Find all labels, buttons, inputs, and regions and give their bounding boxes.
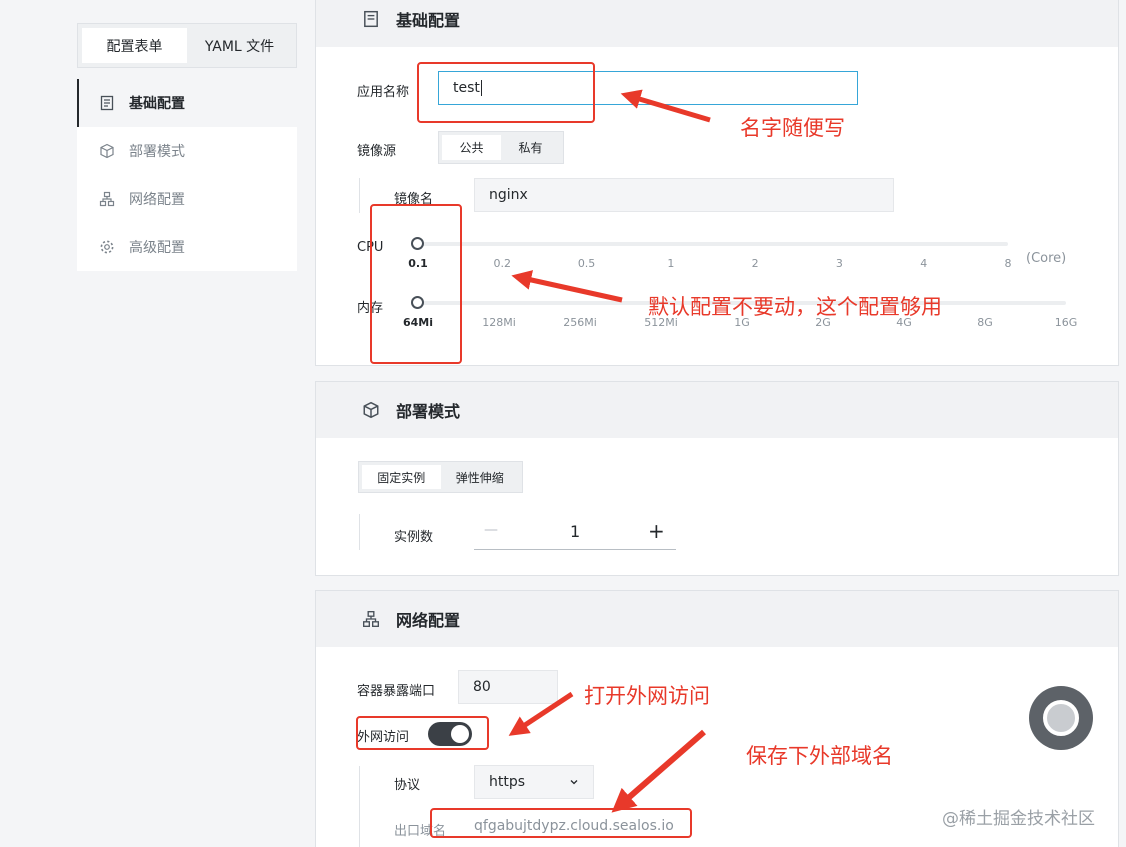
arrow-name	[620, 89, 711, 123]
arrow-defaults	[511, 270, 623, 303]
arrow-public	[508, 691, 574, 736]
annotation-arrows	[508, 89, 711, 813]
arrow-domain	[611, 729, 706, 813]
